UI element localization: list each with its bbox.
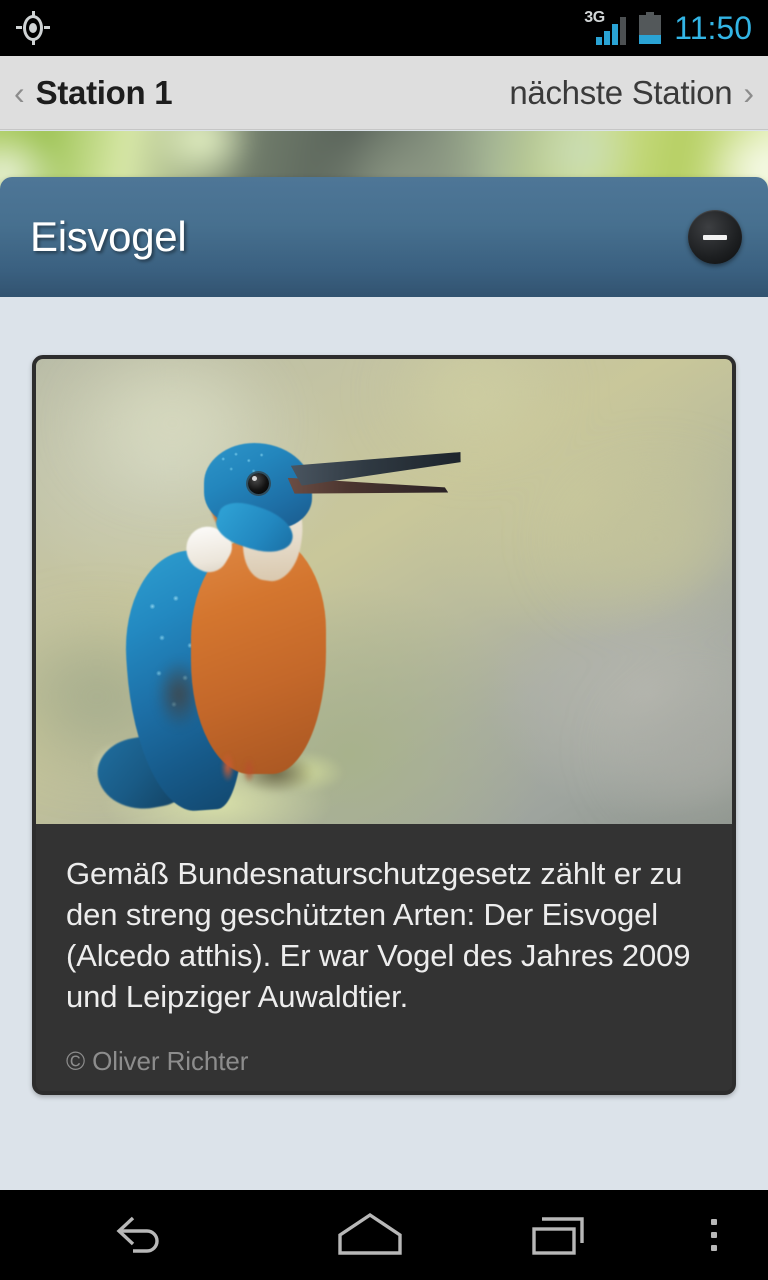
content-area: Gemäß Bundesnaturschutzgesetz zählt er z… [0, 297, 768, 1190]
android-navigation-bar [0, 1190, 768, 1280]
overflow-menu-button[interactable] [660, 1190, 768, 1280]
gps-crosshair-icon [16, 11, 50, 45]
kingfisher-photo[interactable] [36, 359, 732, 824]
status-bar-clock: 11:50 [674, 10, 752, 46]
status-bar-right: 3G 11:50 [584, 0, 752, 56]
back-button[interactable] [0, 1190, 280, 1280]
collapse-button[interactable] [688, 210, 742, 264]
station-title-bar[interactable]: Eisvogel [0, 177, 768, 297]
photo-credit: © Oliver Richter [66, 1045, 249, 1076]
recent-apps-button[interactable] [460, 1190, 660, 1280]
kingfisher-illustration [36, 359, 732, 824]
card-text-area: Gemäß Bundesnaturschutzgesetz zählt er z… [36, 824, 732, 1077]
navigation-header: ‹ Station 1 nächste Station › [0, 56, 768, 130]
chevron-right-icon: › [743, 74, 754, 111]
status-bar-left [16, 11, 584, 45]
recent-apps-icon [532, 1217, 584, 1255]
next-station-button[interactable]: nächste Station › [509, 74, 754, 112]
chevron-left-icon: ‹ [14, 74, 25, 111]
back-arrow-icon [116, 1216, 159, 1253]
phone-screen: 3G 11:50 ‹ Station 1 nächste Station › E… [0, 0, 768, 1280]
home-icon [338, 1212, 402, 1255]
description-text: Gemäß Bundesnaturschutzgesetz zählt er z… [66, 856, 691, 1014]
home-button[interactable] [280, 1190, 460, 1280]
minus-icon [703, 234, 727, 240]
next-station-label: nächste Station [509, 73, 733, 111]
overflow-menu-icon [711, 1219, 717, 1251]
info-card: Gemäß Bundesnaturschutzgesetz zählt er z… [32, 355, 736, 1095]
status-bar: 3G 11:50 [0, 0, 768, 56]
prev-station-label: Station 1 [35, 73, 173, 111]
battery-icon [639, 12, 662, 44]
prev-station-button[interactable]: ‹ Station 1 [14, 73, 173, 112]
station-title: Eisvogel [30, 213, 187, 260]
signal-bars-icon: 3G [584, 9, 630, 45]
